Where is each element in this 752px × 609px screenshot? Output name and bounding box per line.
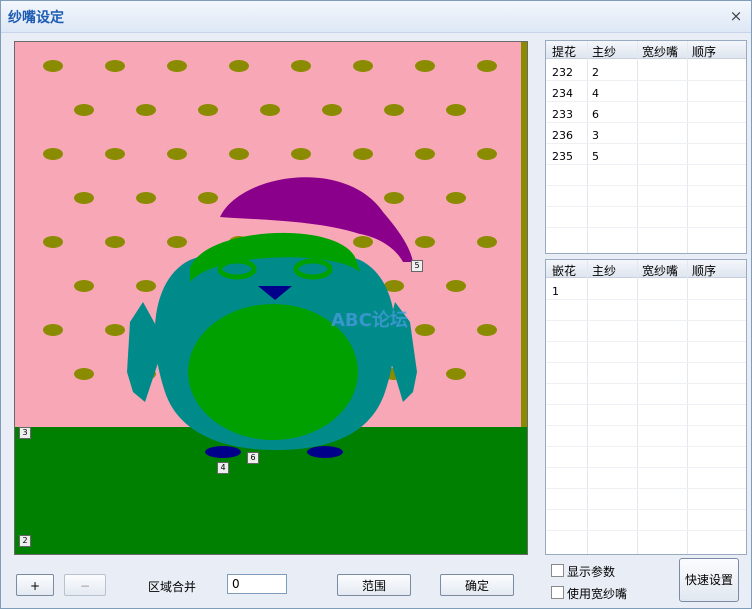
wallpaper-dot xyxy=(477,236,497,248)
merge-input[interactable] xyxy=(227,574,287,594)
wallpaper-dot xyxy=(446,104,466,116)
wallpaper-dot xyxy=(136,192,156,204)
wallpaper-dot xyxy=(353,236,373,248)
intarsia-carrier-table[interactable]: 嵌花 主纱 宽纱嘴 顺序 1 xyxy=(545,259,747,555)
table-cell[interactable]: 5 xyxy=(592,150,599,163)
wallpaper-dot xyxy=(74,192,94,204)
penguin-left-foot xyxy=(205,446,241,458)
quick-setup-button[interactable]: 快速设置 xyxy=(679,558,739,602)
wallpaper-dot xyxy=(167,148,187,160)
table-header: 提花 主纱 宽纱嘴 顺序 xyxy=(546,41,746,59)
carrier-marker[interactable]: 3 xyxy=(19,427,31,439)
wallpaper-dot xyxy=(229,148,249,160)
wallpaper-dot xyxy=(105,236,125,248)
table-cell[interactable]: 4 xyxy=(592,87,599,100)
table-cell[interactable]: 1 xyxy=(552,285,559,298)
carrier-marker[interactable]: 2 xyxy=(19,535,31,547)
wallpaper-dot xyxy=(384,104,404,116)
wallpaper-dot xyxy=(105,60,125,72)
wallpaper-dot xyxy=(136,280,156,292)
pattern-canvas[interactable]: 5 3 4 6 2 ABC论坛 xyxy=(14,41,528,555)
table-cell[interactable]: 2 xyxy=(592,66,599,79)
wallpaper-dot xyxy=(43,60,63,72)
wallpaper-dot xyxy=(446,192,466,204)
ok-button[interactable]: 确定 xyxy=(440,574,514,596)
column-header[interactable]: 嵌花 xyxy=(552,262,576,279)
column-header[interactable]: 宽纱嘴 xyxy=(642,262,678,279)
wallpaper-dot xyxy=(74,368,94,380)
pattern-image xyxy=(15,42,527,554)
range-button[interactable]: 范围 xyxy=(337,574,411,596)
wallpaper-dot xyxy=(105,148,125,160)
wallpaper-dot xyxy=(105,324,125,336)
wallpaper-dot xyxy=(353,148,373,160)
table-cell[interactable]: 3 xyxy=(592,129,599,142)
wallpaper-dot xyxy=(291,60,311,72)
jacquard-carrier-table[interactable]: 提花 主纱 宽纱嘴 顺序 232 2 234 4 233 6 236 3 235… xyxy=(545,40,747,254)
wallpaper-dot xyxy=(43,236,63,248)
column-header[interactable]: 顺序 xyxy=(692,262,716,279)
wallpaper-dot xyxy=(291,148,311,160)
column-header[interactable]: 主纱 xyxy=(592,262,616,279)
table-cell[interactable]: 232 xyxy=(552,66,573,79)
table-header: 嵌花 主纱 宽纱嘴 顺序 xyxy=(546,260,746,278)
wallpaper-dot xyxy=(74,104,94,116)
wallpaper-dot xyxy=(198,192,218,204)
column-header[interactable]: 宽纱嘴 xyxy=(642,43,678,60)
wallpaper-dot xyxy=(477,148,497,160)
wallpaper-dot xyxy=(229,60,249,72)
title-bar: 纱嘴设定 × xyxy=(1,1,751,33)
wallpaper-dot xyxy=(446,368,466,380)
table-cell[interactable]: 234 xyxy=(552,87,573,100)
remove-button[interactable]: − xyxy=(64,574,106,596)
penguin-right-foot xyxy=(307,446,343,458)
column-header[interactable]: 提花 xyxy=(552,43,576,60)
wallpaper-dot xyxy=(74,280,94,292)
wallpaper-dot xyxy=(477,324,497,336)
table-cell[interactable]: 236 xyxy=(552,129,573,142)
close-icon[interactable]: × xyxy=(728,8,744,24)
column-header[interactable]: 主纱 xyxy=(592,43,616,60)
wallpaper-dot xyxy=(415,60,435,72)
wallpaper-dot xyxy=(167,60,187,72)
wallpaper-dot xyxy=(198,104,218,116)
show-params-checkbox[interactable] xyxy=(551,564,564,577)
carrier-marker[interactable]: 4 xyxy=(217,462,229,474)
add-button[interactable]: + xyxy=(16,574,54,596)
window-title: 纱嘴设定 xyxy=(8,10,64,26)
wallpaper-dot xyxy=(384,192,404,204)
use-wide-carrier-checkbox[interactable] xyxy=(551,586,564,599)
carrier-marker[interactable]: 5 xyxy=(411,260,423,272)
table-cell[interactable]: 235 xyxy=(552,150,573,163)
wallpaper-dot xyxy=(322,104,342,116)
watermark: ABC论坛 xyxy=(331,310,408,331)
wallpaper-dot xyxy=(167,236,187,248)
merge-label: 区域合并 xyxy=(148,580,197,594)
use-wide-carrier-label: 使用宽纱嘴 xyxy=(567,587,628,601)
wallpaper-dot xyxy=(136,104,156,116)
wallpaper-dot xyxy=(260,104,280,116)
show-params-label: 显示参数 xyxy=(567,565,616,579)
table-cell[interactable]: 6 xyxy=(592,108,599,121)
wallpaper-dot xyxy=(43,148,63,160)
table-cell[interactable]: 233 xyxy=(552,108,573,121)
wallpaper-dot xyxy=(415,324,435,336)
column-header[interactable]: 顺序 xyxy=(692,43,716,60)
wallpaper-dot xyxy=(43,324,63,336)
wallpaper-dot xyxy=(415,148,435,160)
wallpaper-dot xyxy=(446,280,466,292)
wallpaper-dot xyxy=(415,236,435,248)
wallpaper-dot xyxy=(477,60,497,72)
carrier-marker[interactable]: 6 xyxy=(247,452,259,464)
yarn-carrier-settings-dialog: 纱嘴设定 × 5 3 4 6 2 ABC论坛 提花 主纱 宽纱嘴 顺序 232 … xyxy=(0,0,752,609)
wallpaper-dot xyxy=(353,60,373,72)
pattern-right-edge xyxy=(521,42,527,427)
